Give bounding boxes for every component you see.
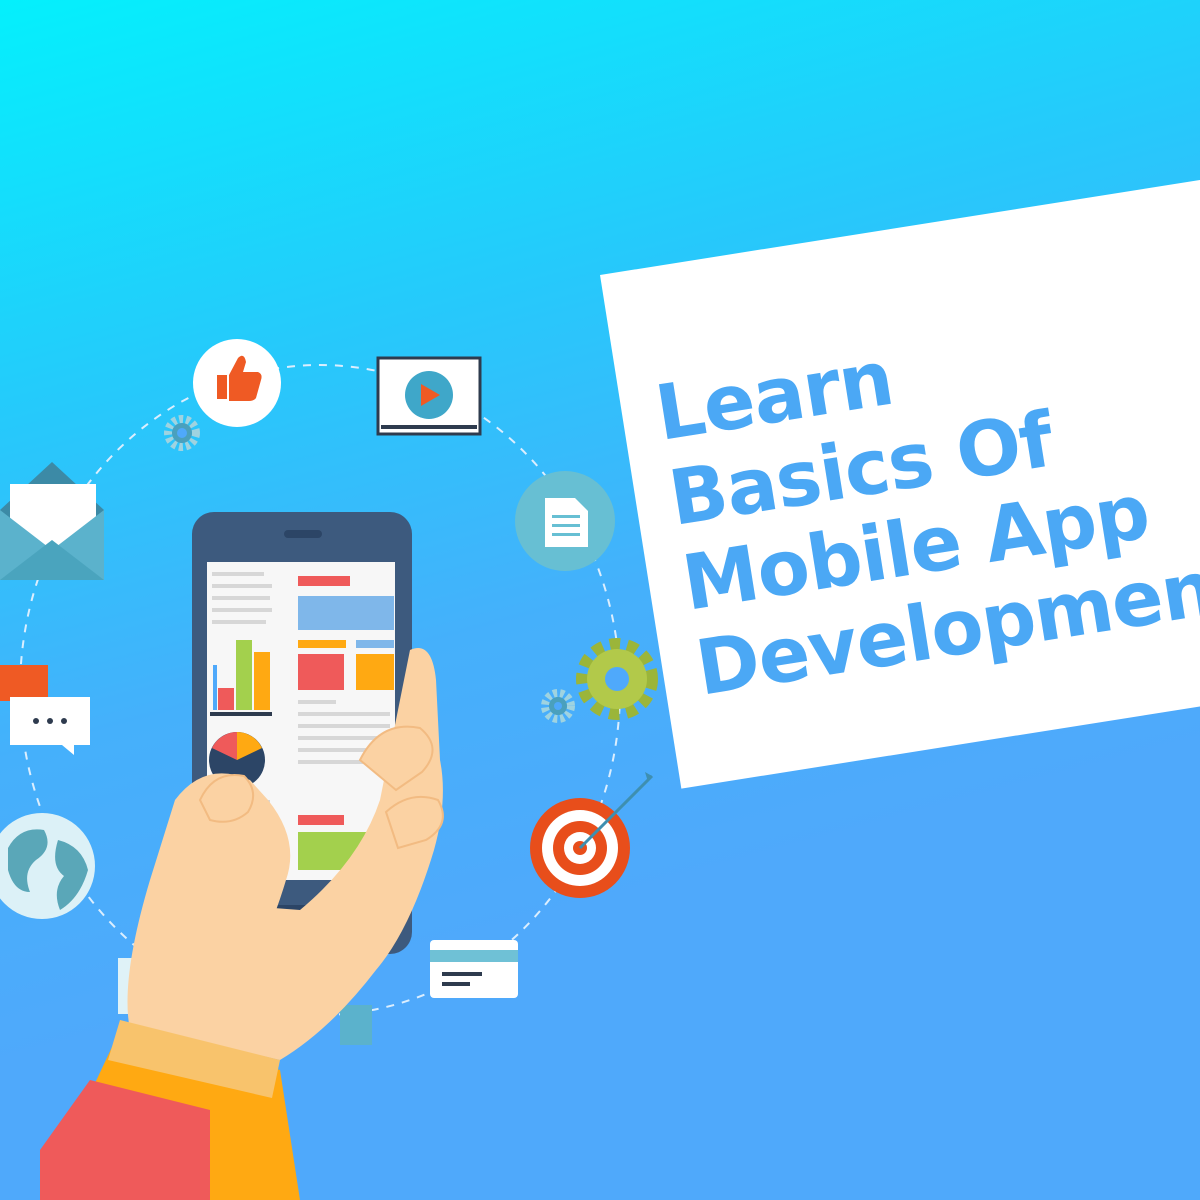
small-gear-icon-right <box>541 689 575 723</box>
credit-card-icon <box>430 940 518 998</box>
chat-bubble-icon <box>0 665 90 755</box>
thumbs-up-icon <box>193 339 281 427</box>
target-icon <box>530 772 654 898</box>
video-player-icon <box>376 356 482 436</box>
globe-icon <box>0 813 95 919</box>
small-gear-icon <box>164 415 200 451</box>
document-icon <box>515 471 615 571</box>
envelope-icon <box>0 462 104 580</box>
gear-icon <box>576 638 658 720</box>
